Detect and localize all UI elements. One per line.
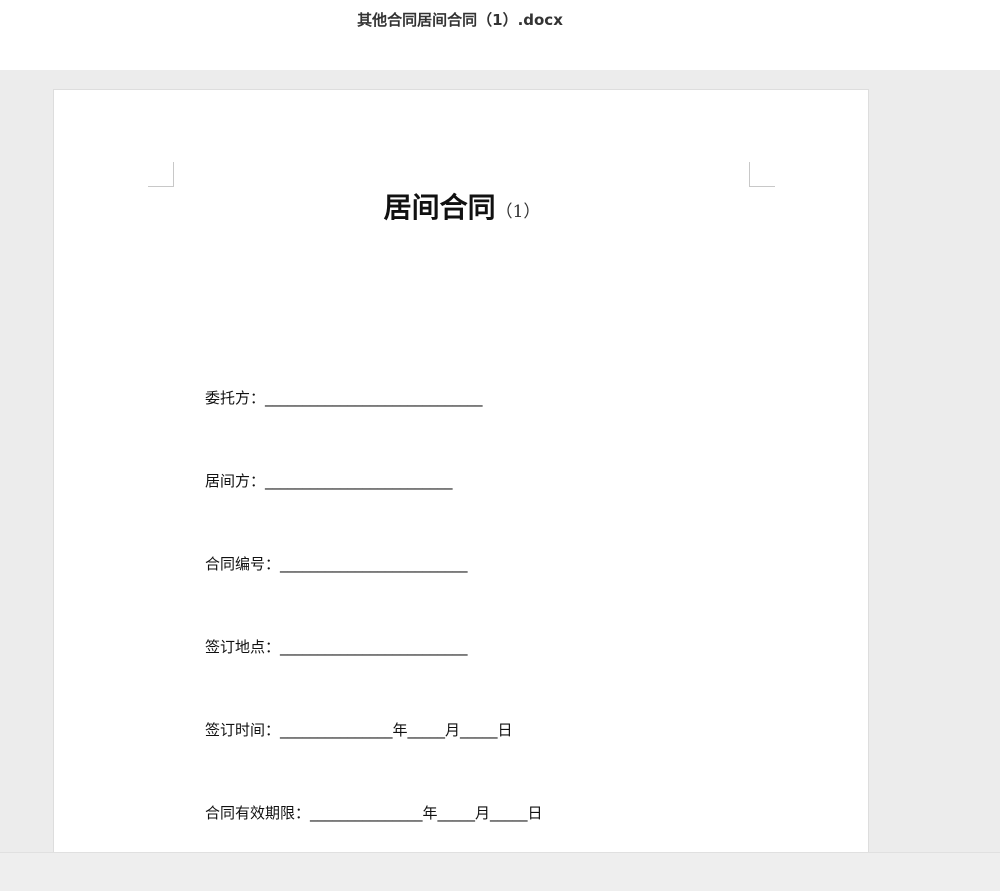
field-validity-period: 合同有效期限：_______________年_____月_____日 <box>205 804 543 822</box>
field-intermediary: 居间方：_________________________ <box>205 472 453 490</box>
document-title-suffix: （1） <box>495 202 541 222</box>
document-title-text: 居间合同 <box>383 191 496 224</box>
field-signing-date: 签订时间：_______________年_____月_____日 <box>205 721 513 739</box>
field-client: 委托方：_____________________________ <box>205 389 483 407</box>
margin-corner-top-right <box>749 162 775 187</box>
title-bar: 其他合同居间合同（1）.docx <box>0 0 1000 70</box>
field-contract-number: 合同编号：_________________________ <box>205 555 468 573</box>
document-page: 居间合同（1） 委托方：____________________________… <box>53 89 869 852</box>
document-title: 居间合同（1） <box>54 186 870 226</box>
document-filename: 其他合同居间合同（1）.docx <box>357 11 563 29</box>
document-viewer[interactable]: 居间合同（1） 委托方：____________________________… <box>0 70 1000 852</box>
margin-corner-top-left <box>148 162 174 187</box>
bottom-bar <box>0 852 1000 891</box>
field-signing-place: 签订地点：_________________________ <box>205 638 468 656</box>
